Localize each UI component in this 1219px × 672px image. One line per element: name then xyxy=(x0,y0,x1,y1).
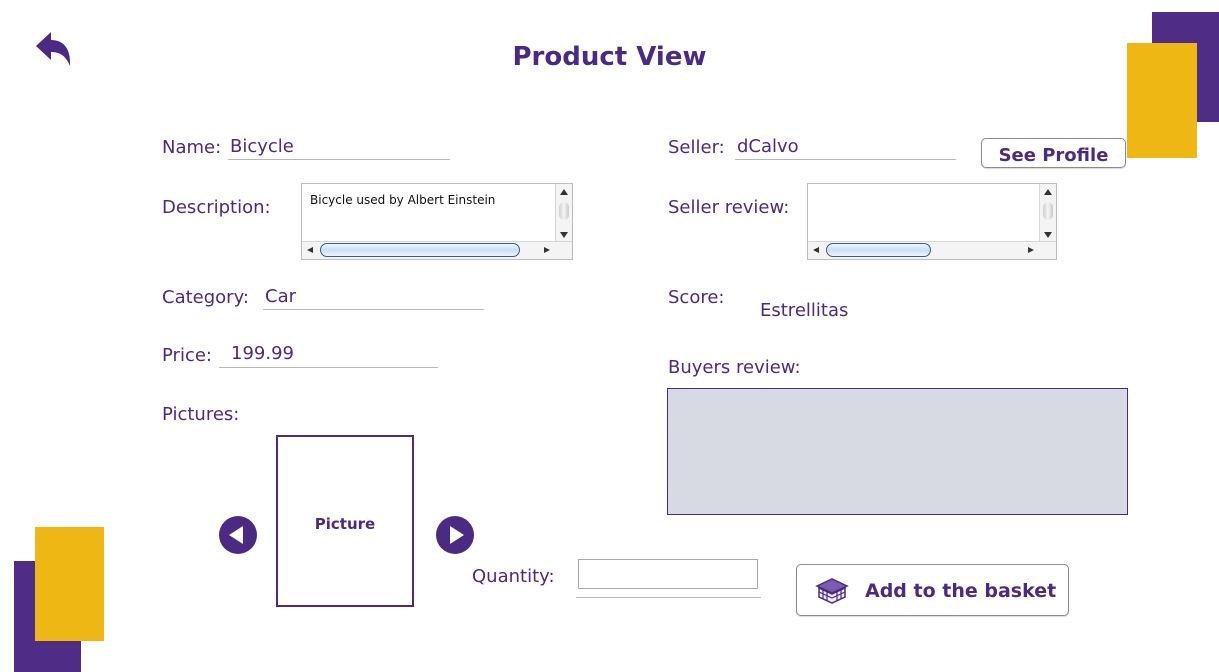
category-field[interactable]: Car xyxy=(265,286,296,307)
next-picture-button[interactable] xyxy=(436,516,474,554)
buyers-review-panel xyxy=(667,388,1128,515)
description-horizontal-scrollbar[interactable] xyxy=(302,241,572,259)
quantity-label: Quantity: xyxy=(472,566,555,587)
price-field[interactable]: 199.99 xyxy=(231,343,294,364)
quantity-underline xyxy=(576,597,761,598)
seller-field-underline xyxy=(735,159,956,160)
see-profile-button[interactable]: See Profile xyxy=(981,138,1126,168)
seller-review-vertical-scrollbar[interactable] xyxy=(1039,184,1056,242)
seller-review-label: Seller review: xyxy=(668,197,790,218)
picture-placeholder-label: Picture xyxy=(314,515,376,533)
picture-frame: Picture xyxy=(276,435,414,607)
decor-bottom-left-yellow xyxy=(35,527,104,641)
name-field-underline xyxy=(228,159,450,160)
previous-picture-button[interactable] xyxy=(219,516,257,554)
seller-field[interactable]: dCalvo xyxy=(737,136,799,157)
description-textarea[interactable]: Bicycle used by Albert Einstein xyxy=(301,183,573,260)
name-field[interactable]: Bicycle xyxy=(230,136,294,157)
add-to-basket-button[interactable]: Add to the basket xyxy=(796,564,1069,616)
basket-icon xyxy=(815,577,849,605)
page-title: Product View xyxy=(512,42,707,72)
category-field-underline xyxy=(263,309,484,310)
category-label: Category: xyxy=(162,287,249,308)
seller-label: Seller: xyxy=(668,137,725,158)
score-label: Score: xyxy=(668,287,725,308)
description-text: Bicycle used by Albert Einstein xyxy=(310,193,496,207)
description-vertical-scrollbar[interactable] xyxy=(555,184,572,242)
add-to-basket-label: Add to the basket xyxy=(865,580,1057,602)
seller-review-horizontal-scrollbar[interactable] xyxy=(808,241,1056,259)
buyers-review-label: Buyers review: xyxy=(668,357,801,378)
quantity-input[interactable] xyxy=(578,559,758,589)
score-value: Estrellitas xyxy=(760,300,849,321)
description-label: Description: xyxy=(162,197,271,218)
arrow-right-icon xyxy=(450,526,464,544)
see-profile-label: See Profile xyxy=(998,145,1109,166)
name-label: Name: xyxy=(162,137,222,158)
pictures-label: Pictures: xyxy=(162,404,240,425)
price-label: Price: xyxy=(162,345,212,366)
seller-review-textarea[interactable] xyxy=(807,183,1057,260)
arrow-left-icon xyxy=(229,526,243,544)
price-field-underline xyxy=(219,367,438,368)
